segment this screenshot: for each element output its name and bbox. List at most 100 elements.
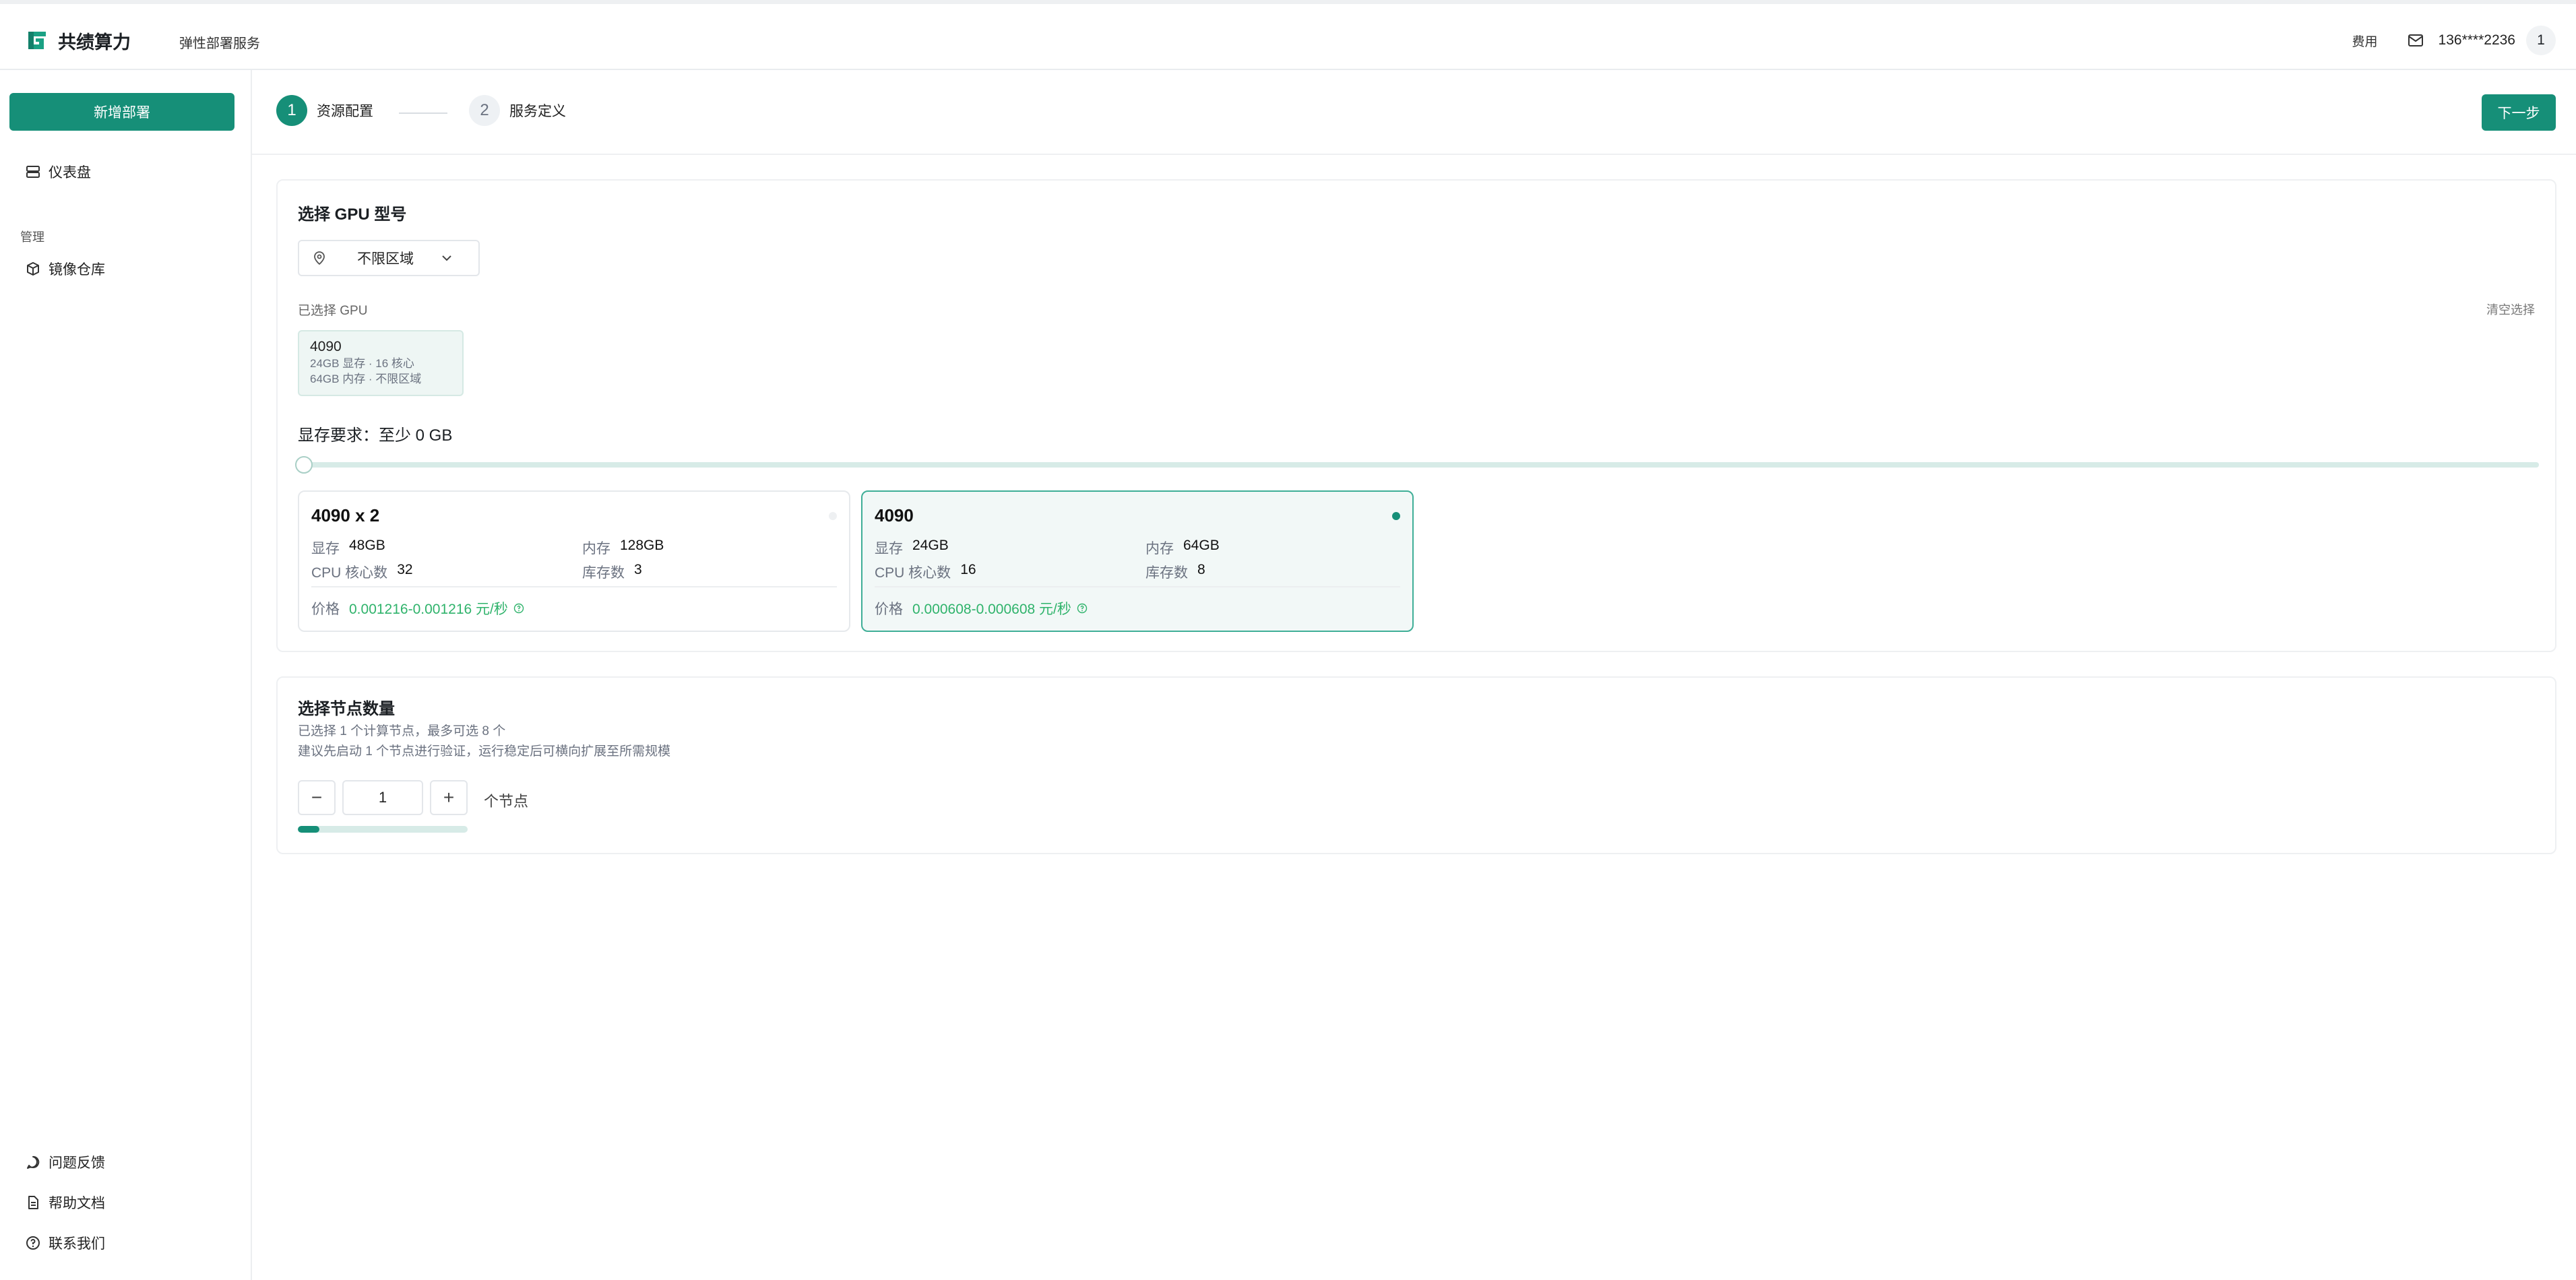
spec-key: 内存 — [1145, 541, 1174, 556]
spec-cpu: CPU 核心数 32 — [311, 562, 413, 582]
selected-gpu-chip[interactable]: 4090 24GB 显存 · 16 核心 64GB 内存 · 不限区域 — [298, 330, 464, 396]
sidebar-item-dashboard[interactable]: 仪表盘 — [26, 162, 91, 182]
spec-stock: 库存数 8 — [1145, 562, 1205, 582]
box-icon — [27, 262, 39, 276]
selection-indicator — [1392, 512, 1400, 520]
sidebar-item-label: 联系我们 — [49, 1236, 105, 1252]
chip-gpu-specs: 24GB 显存 · 16 核心 — [310, 357, 414, 370]
step-bar: 1 资源配置 2 服务定义 下一步 — [252, 70, 2576, 155]
gpu-card-4090x2[interactable]: 4090 x 2 显存 48GB 内存 128GB CPU 核心数 32 库存数 3 价… — [298, 490, 850, 632]
panel-title: 选择节点数量 — [298, 700, 395, 718]
help-icon — [26, 1236, 40, 1250]
spec-key: 库存数 — [582, 565, 625, 581]
gpu-price: 价格 0.001216-0.001216 元/秒 — [311, 598, 524, 618]
memory-slider-track[interactable] — [298, 462, 2539, 468]
step-label: 服务定义 — [509, 104, 566, 119]
spec-key: 显存 — [311, 541, 340, 556]
spec-vram: 显存 48GB — [311, 538, 385, 558]
spec-memory: 内存 64GB — [1145, 538, 1220, 558]
node-unit-label: 个节点 — [484, 793, 529, 810]
spec-key: 内存 — [582, 541, 610, 556]
header-actions: 费用 136****2236 1 — [2352, 24, 2556, 57]
sidebar-item-label: 帮助文档 — [49, 1196, 105, 1211]
region-value: 不限区域 — [357, 251, 414, 267]
node-quantity-input[interactable] — [342, 780, 423, 815]
gpu-card-name: 4090 x 2 — [311, 505, 380, 525]
spec-memory: 内存 128GB — [582, 538, 664, 558]
spec-value: 128GB — [620, 538, 664, 553]
gpu-selection-panel: 选择 GPU 型号 不限区域 已选择 GPU 清空选择 4090 24GB 显存… — [276, 179, 2556, 652]
brand-name: 共绩算力 — [58, 32, 131, 53]
user-phone[interactable]: 136****2236 — [2439, 32, 2515, 49]
spec-value: 64GB — [1183, 538, 1220, 553]
fee-link[interactable]: 费用 — [2352, 32, 2378, 50]
product-name: 弹性部署服务 — [179, 36, 260, 51]
step-service-definition[interactable]: 2 服务定义 — [469, 94, 566, 127]
spec-key: 显存 — [875, 541, 903, 556]
decrement-button[interactable]: − — [298, 780, 336, 815]
selected-gpu-label: 已选择 GPU — [298, 304, 368, 318]
memory-slider-thumb[interactable] — [295, 456, 313, 474]
increment-button[interactable]: + — [430, 780, 468, 815]
chip-gpu-name: 4090 — [310, 339, 342, 354]
sidebar-item-help-docs[interactable]: 帮助文档 — [26, 1192, 105, 1213]
sidebar-item-image-repo[interactable]: 镜像仓库 — [26, 259, 105, 279]
dashboard-icon — [26, 166, 40, 178]
spec-value: 8 — [1197, 562, 1205, 577]
node-progress-bar — [298, 826, 468, 833]
sidebar-item-label: 镜像仓库 — [49, 262, 105, 278]
gpu-card-4090[interactable]: 4090 显存 24GB 内存 64GB CPU 核心数 16 库存数 8 价格 0.0… — [861, 490, 1414, 632]
sidebar-item-label: 仪表盘 — [49, 165, 91, 181]
gpu-card-name: 4090 — [875, 505, 914, 525]
price-value: 0.000608-0.000608 元/秒 — [912, 602, 1071, 617]
spec-value: 32 — [397, 562, 413, 577]
spec-key: CPU 核心数 — [311, 565, 388, 581]
sidebar-item-label: 问题反馈 — [49, 1155, 105, 1171]
sidebar-section-label: 管理 — [20, 230, 44, 244]
location-pin-icon — [314, 251, 325, 265]
sidebar-item-contact[interactable]: 联系我们 — [26, 1233, 105, 1253]
brand-logo-icon — [28, 32, 46, 49]
next-step-button[interactable]: 下一步 — [2482, 94, 2556, 131]
step-number: 2 — [469, 95, 500, 126]
step-resource-config[interactable]: 1 资源配置 — [276, 94, 373, 127]
spec-value: 3 — [634, 562, 642, 577]
card-divider — [311, 586, 837, 587]
info-icon[interactable] — [1077, 603, 1088, 614]
spec-value: 48GB — [349, 538, 385, 553]
node-progress-fill — [298, 826, 319, 833]
clear-selection-link[interactable]: 清空选择 — [2486, 300, 2535, 318]
gpu-price: 价格 0.000608-0.000608 元/秒 — [875, 598, 1088, 618]
spec-key: CPU 核心数 — [875, 565, 951, 581]
mail-icon[interactable] — [2408, 34, 2424, 47]
chevron-down-icon — [442, 255, 451, 261]
chat-icon — [27, 1155, 40, 1169]
node-count-panel: 选择节点数量 已选择 1 个计算节点，最多可选 8 个 建议先启动 1 个节点进… — [276, 676, 2556, 854]
card-divider — [875, 586, 1400, 587]
step-label: 资源配置 — [317, 104, 373, 119]
new-deploy-button[interactable]: 新增部署 — [9, 93, 234, 131]
selection-indicator — [829, 512, 837, 520]
node-selection-summary: 已选择 1 个计算节点，最多可选 8 个 — [298, 724, 506, 738]
top-bar: 共绩算力 弹性部署服务 费用 136****2236 1 — [0, 0, 2576, 70]
spec-stock: 库存数 3 — [582, 562, 642, 582]
document-icon — [28, 1196, 38, 1209]
chip-gpu-details: 64GB 内存 · 不限区域 — [310, 373, 422, 385]
logo[interactable]: 共绩算力 — [26, 27, 131, 54]
spec-vram: 显存 24GB — [875, 538, 949, 558]
panel-title: 选择 GPU 型号 — [298, 205, 407, 224]
step-number: 1 — [276, 95, 307, 126]
spec-cpu: CPU 核心数 16 — [875, 562, 976, 582]
memory-requirement-label: 显存要求：至少 0 GB — [298, 426, 453, 445]
region-select[interactable]: 不限区域 — [298, 240, 480, 276]
spec-key: 库存数 — [1145, 565, 1188, 581]
spec-value: 24GB — [912, 538, 949, 553]
info-icon[interactable] — [513, 603, 524, 614]
price-key: 价格 — [311, 602, 340, 617]
price-key: 价格 — [875, 602, 903, 617]
price-value: 0.001216-0.001216 元/秒 — [349, 602, 508, 617]
node-recommendation: 建议先启动 1 个节点进行验证，运行稳定后可横向扩展至所需规模 — [298, 744, 671, 759]
avatar[interactable]: 1 — [2526, 26, 2556, 55]
sidebar-item-feedback[interactable]: 问题反馈 — [26, 1152, 105, 1172]
sidebar: 新增部署 仪表盘 管理 镜像仓库 问题反馈 帮助文档 联系我们 — [0, 70, 252, 1280]
